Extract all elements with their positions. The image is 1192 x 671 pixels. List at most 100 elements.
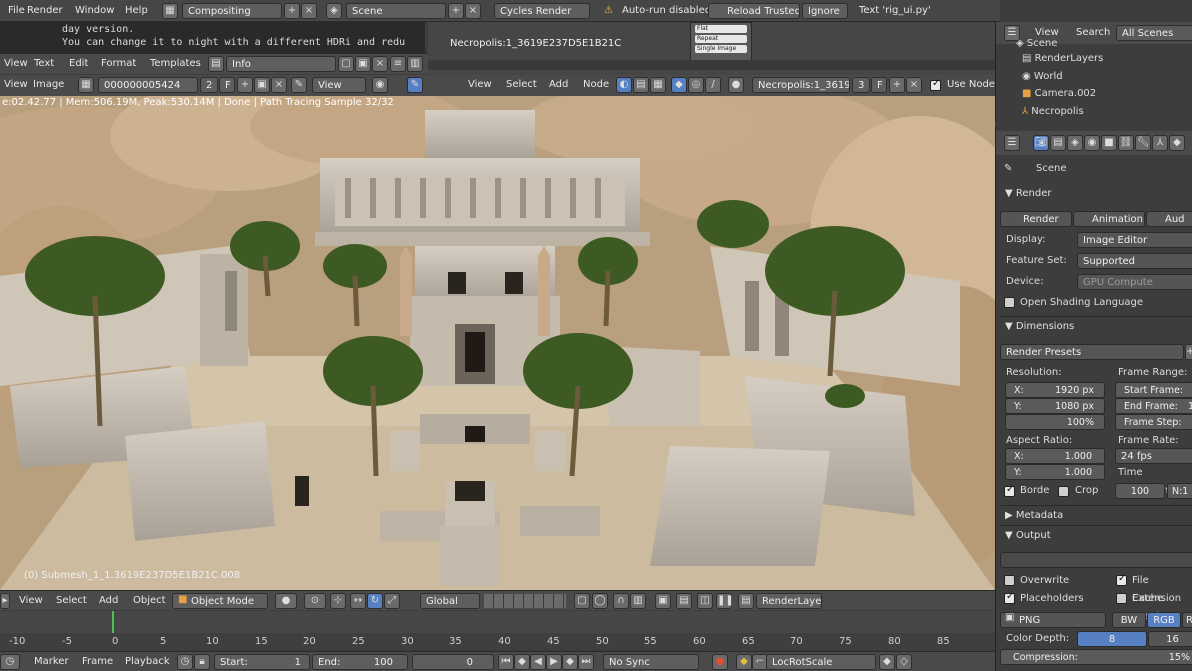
image-menu-view[interactable]: View xyxy=(4,76,28,94)
text-datablock-field[interactable]: Info xyxy=(226,56,336,72)
text-menu-edit[interactable]: Edit xyxy=(69,55,88,73)
outliner-filter-dropdown[interactable]: All Scenes xyxy=(1116,25,1192,41)
line-numbers-icon[interactable]: ≡ xyxy=(390,56,406,72)
file-format-dropdown[interactable]: PNG xyxy=(1000,612,1106,628)
preview-range-icon[interactable]: ◷ xyxy=(177,654,193,670)
keying-set-field[interactable]: LocRotScale xyxy=(766,654,876,670)
menu-help[interactable]: Help xyxy=(125,2,148,20)
node-item-flat[interactable]: Flat xyxy=(695,25,747,33)
texture-nodes-icon[interactable]: ▦ xyxy=(650,77,666,93)
properties-type-icon[interactable]: ☰ xyxy=(1004,135,1020,151)
translate-icon[interactable]: ↔ xyxy=(350,593,366,609)
metadata-section-header[interactable]: ▶ Metadata xyxy=(1000,505,1192,525)
constraints-tab-icon[interactable]: ⛓ xyxy=(1118,135,1134,151)
outliner-item-scene[interactable]: ◈ Scene xyxy=(1016,38,1057,49)
outliner-item-necropolis[interactable]: ⅄ Necropolis xyxy=(1022,106,1084,117)
node-box[interactable]: Flat Repeat Single Image xyxy=(690,22,752,62)
feature-set-dropdown[interactable]: Supported xyxy=(1077,253,1192,269)
snap-icon[interactable]: ∩ xyxy=(613,593,629,609)
opengl-render-icon[interactable]: ▣ xyxy=(655,593,671,609)
overwrite-checkbox[interactable] xyxy=(1004,575,1015,586)
audio-button[interactable]: Aud xyxy=(1146,211,1192,227)
image-close-icon[interactable]: × xyxy=(271,77,287,93)
view3d-menu-view[interactable]: View xyxy=(19,592,43,610)
end-frame-field[interactable]: End: 100 xyxy=(312,654,408,670)
preset-add-icon[interactable]: + xyxy=(1185,344,1192,360)
pivot-point-icon[interactable]: ⊙ xyxy=(304,593,326,609)
outliner-item-renderlayers[interactable]: ▤ RenderLayers xyxy=(1022,53,1103,64)
node-menu-select[interactable]: Select xyxy=(506,76,537,94)
next-keyframe-icon[interactable]: ◆ xyxy=(562,654,578,670)
editor-type-icon[interactable]: ▸ xyxy=(0,593,10,609)
aspect-y-field[interactable]: Y: 1.000 xyxy=(1005,464,1105,480)
output-section-header[interactable]: ▼ Output xyxy=(1000,525,1192,545)
scene-tab-icon[interactable]: ◈ xyxy=(1067,135,1083,151)
keying-icon[interactable]: ◆ xyxy=(736,654,752,670)
snap-element-icon[interactable]: ▥ xyxy=(630,593,646,609)
device-dropdown[interactable]: GPU Compute xyxy=(1077,274,1192,290)
node-menu-view[interactable]: View xyxy=(468,76,492,94)
use-nodes-checkbox[interactable] xyxy=(930,78,941,91)
render-layer-icon[interactable]: ▤ xyxy=(738,593,754,609)
render-viewport[interactable]: e:02.42.77 | Mem:506.19M, Peak:530.14M |… xyxy=(0,96,995,590)
current-frame-field[interactable]: 0 xyxy=(412,654,494,670)
menu-render[interactable]: Render xyxy=(27,2,63,20)
timeline-editor-type-icon[interactable]: ◷ xyxy=(0,654,20,670)
viewport-shading-icon[interactable]: ● xyxy=(275,593,297,609)
frame-step-field[interactable]: Frame Step: xyxy=(1115,414,1192,430)
menu-window[interactable]: Window xyxy=(75,2,114,20)
menu-file[interactable]: File xyxy=(8,2,25,20)
color-depth-8-button[interactable]: 8 xyxy=(1077,631,1147,647)
orientation-dropdown[interactable]: Global xyxy=(420,593,480,609)
pin-icon[interactable]: ✎ xyxy=(291,77,307,93)
timeline-menu-marker[interactable]: Marker xyxy=(34,653,69,671)
text-open-icon[interactable]: ▣ xyxy=(355,56,371,72)
time-remap-new-field[interactable]: N:1 xyxy=(1167,483,1192,499)
osl-checkbox[interactable] xyxy=(1004,297,1015,308)
text-menu-templates[interactable]: Templates xyxy=(150,55,201,73)
color-depth-16-button[interactable]: 16 xyxy=(1148,631,1192,647)
image-browse-icon[interactable]: ▦ xyxy=(78,77,94,93)
output-path-field[interactable] xyxy=(1000,552,1192,568)
file-extension-checkbox[interactable] xyxy=(1116,573,1127,586)
object-shader-icon[interactable]: ◆ xyxy=(671,77,687,93)
placeholders-checkbox[interactable] xyxy=(1004,591,1015,604)
material-fake-user[interactable]: F xyxy=(871,77,887,93)
compression-slider[interactable]: Compression: 15% xyxy=(1000,649,1192,665)
manipulator-icon[interactable]: ⊹ xyxy=(330,593,346,609)
border-checkbox[interactable] xyxy=(1004,484,1015,497)
shader-nodes-icon[interactable]: ◐ xyxy=(616,77,632,93)
remove-scene-icon[interactable]: × xyxy=(465,3,481,19)
text-menu-format[interactable]: Format xyxy=(101,55,136,73)
renderlayer-tab-icon[interactable]: ▤ xyxy=(1050,135,1066,151)
node-scrollbar[interactable] xyxy=(428,60,998,70)
text-editor-area[interactable]: day version. You can change it to night … xyxy=(0,22,425,53)
outliner-item-world[interactable]: ◉ World xyxy=(1022,71,1063,82)
image-display-icon[interactable]: ◉ xyxy=(372,77,388,93)
view3d-menu-add[interactable]: Add xyxy=(99,592,118,610)
material-close-icon[interactable]: × xyxy=(906,77,922,93)
node-menu-node[interactable]: Node xyxy=(583,76,609,94)
material-new-icon[interactable]: + xyxy=(889,77,905,93)
resolution-y-field[interactable]: Y: 1080 px xyxy=(1005,398,1105,414)
rgba-button[interactable]: R xyxy=(1182,612,1192,628)
end-frame-field-props[interactable]: End Frame: 1 xyxy=(1115,398,1192,414)
reload-trusted-button[interactable]: Reload Trusted xyxy=(708,3,800,19)
aspect-x-field[interactable]: X: 1.000 xyxy=(1005,448,1105,464)
bone-tab-icon[interactable]: ◆ xyxy=(1169,135,1185,151)
node-editor-top[interactable]: Flat Repeat Single Image Necropolis:1_36… xyxy=(428,22,1000,75)
node-menu-add[interactable]: Add xyxy=(549,76,568,94)
image-fake-user[interactable]: F xyxy=(219,77,235,93)
resolution-x-field[interactable]: X: 1920 px xyxy=(1005,382,1105,398)
image-slot-icon[interactable]: ✎ xyxy=(407,77,423,93)
rotate-icon[interactable]: ↻ xyxy=(367,593,383,609)
prev-keyframe-icon[interactable]: ◆ xyxy=(514,654,530,670)
insert-keyframe-icon[interactable]: ◆ xyxy=(879,654,895,670)
delete-keyframe-icon[interactable]: ◇ xyxy=(896,654,912,670)
start-frame-field-props[interactable]: Start Frame: xyxy=(1115,382,1192,398)
linestyle-icon[interactable]: / xyxy=(705,77,721,93)
node-item-single-image[interactable]: Single Image xyxy=(695,45,747,53)
text-close-icon[interactable]: × xyxy=(372,56,388,72)
fps-dropdown[interactable]: 24 fps xyxy=(1115,448,1192,464)
text-new-icon[interactable]: ▢ xyxy=(338,56,354,72)
